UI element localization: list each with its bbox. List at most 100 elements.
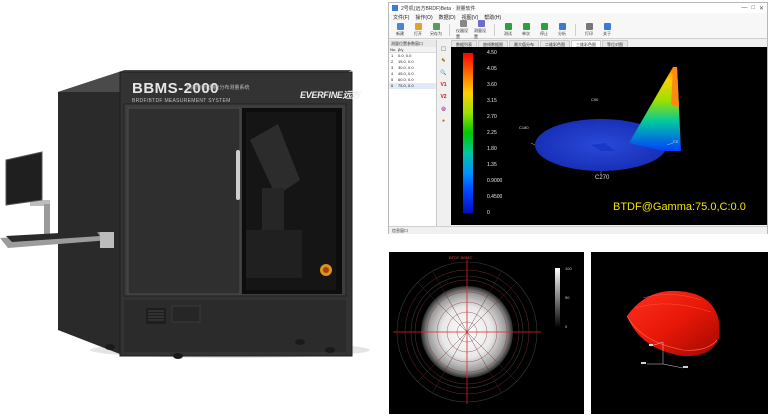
colorbar-tick-label: 0 (487, 210, 490, 216)
toolbar-icon-4 (477, 19, 485, 27)
toolbar-label: 分析 (558, 30, 566, 36)
tab-0[interactable]: 数据列表 (451, 40, 477, 47)
everfine-logo: EVERFINE远方 (300, 90, 361, 100)
side-tool-3-icon[interactable]: V1 (439, 81, 448, 90)
toolbar-button-8[interactable]: 分析 (555, 22, 569, 37)
table-row[interactable]: 6 75.0, 0.0 (389, 83, 436, 89)
app-icon (392, 5, 398, 11)
toolbar-button-2[interactable]: 另存为 (429, 22, 443, 37)
toolbar-icon-1 (414, 22, 422, 30)
toolbar-button-3[interactable]: 仪器设置 (456, 19, 470, 40)
colorbar-tick-label: 1.35 (487, 162, 497, 168)
toolbar-button-6[interactable]: 单次 (519, 22, 533, 37)
grey-distribution-image: BTDF BBMS 100 50 0 (389, 252, 584, 414)
toolbar-label: 单次 (522, 30, 530, 36)
tab-2[interactable]: 最大值分布 (509, 40, 539, 47)
side-tool-6-icon[interactable]: ● (439, 117, 448, 126)
menu-bar: 文件(F) 操作(O) 数据(D) 视图(V) 帮助(H) (389, 13, 767, 21)
grey-tick-bottom: 0 (565, 324, 568, 329)
grey-scale-bar (555, 268, 560, 328)
col-angle: β/γ (398, 47, 404, 52)
red-3d-distribution-image (591, 252, 768, 414)
menu-operate[interactable]: 操作(O) (415, 14, 432, 21)
toolbar-label: 测量设置 (474, 27, 486, 39)
menu-data[interactable]: 数据(D) (439, 14, 456, 21)
pane-title: 测量位置参数窗口 (389, 40, 436, 47)
info-window-bar: 信息窗口 (389, 226, 767, 234)
toolbar-icon-0 (396, 22, 404, 30)
axis-label-c270: C270 (595, 175, 610, 181)
tab-5[interactable]: 等位对图 (602, 40, 628, 47)
toolbar-label: 测试 (504, 30, 512, 36)
axis-label-c0: C0 (673, 139, 679, 144)
toolbar: 新建 打开 另存为 仪器设置 测量设置 测试 单次 停止 分析 打印 关于 (389, 19, 767, 40)
colorbar-tick-label: 0.9000 (487, 178, 503, 184)
3d-color-plot: 4.50 4.05 3.60 3.15 2.70 2.25 1.80 1.35 0.9000 0.… (451, 47, 767, 225)
grid-rows: 1 0.0, 0.0 2 15.0, 0.0 3 30.0, 0.0 4 45.0, 0.0 5… (389, 53, 436, 89)
tab-1[interactable]: 曲线数据图 (478, 40, 508, 47)
window-title: 2号机(远方BRDF)Beta · 测量软件 (401, 5, 476, 12)
colorbar-tick-label: 3.15 (487, 98, 497, 104)
col-no: No. (390, 47, 397, 52)
colorbar-tick-label: 4.05 (487, 66, 497, 72)
view-tabs: 数据列表 曲线数据图 最大值分布 二维彩色图 三维彩色图 等位对图 (451, 40, 628, 47)
tab-3[interactable]: 二维彩色图 (540, 40, 570, 47)
toolbar-button-4[interactable]: 测量设置 (474, 19, 488, 40)
window-controls: — □ ✕ (741, 5, 764, 12)
toolbar-button-0[interactable]: 新建 (393, 22, 407, 37)
side-tool-2-icon[interactable]: 🔍 (439, 69, 448, 78)
toolbar-separator (575, 23, 576, 36)
title-bar: 2号机(远方BRDF)Beta · 测量软件 — □ ✕ (389, 3, 767, 13)
machine-illustration (0, 70, 370, 359)
toolbar-icon-9 (585, 22, 593, 30)
toolbar-label: 打印 (585, 30, 593, 36)
colorbar-tick-label: 0.4500 (487, 194, 503, 200)
side-tool-4-icon[interactable]: V2 (439, 93, 448, 102)
red-3d-canvas (626, 290, 720, 369)
toolbar-label: 打开 (414, 30, 422, 36)
red-dome (627, 290, 720, 357)
toolbar-label: 停止 (540, 30, 548, 36)
side-toolbar: ⬚ ✎ 🔍 V1 V2 ◎ ● (439, 45, 449, 126)
grey-distribution-canvas (393, 260, 560, 404)
axis-label-c90: C90 (591, 97, 599, 102)
colorbar-tick-label: 1.80 (487, 146, 497, 152)
colorbar (463, 53, 473, 213)
toolbar-icon-2 (432, 22, 440, 30)
side-tool-5-icon[interactable]: ◎ (439, 105, 448, 114)
grey-image-title: BTDF BBMS (449, 255, 472, 260)
position-parameter-pane: 测量位置参数窗口 No. β/γ 1 0.0, 0.0 2 15.0, 0.0 3 30.… (389, 40, 437, 226)
colorbar-tick-label: 2.25 (487, 130, 497, 136)
colorbar-tick-label: 3.60 (487, 82, 497, 88)
toolbar-label: 仪器设置 (456, 27, 468, 39)
machine-subtitle-cn: 双向散射(透射)分布测量系统 (186, 85, 250, 91)
measurement-software-window: 2号机(远方BRDF)Beta · 测量软件 — □ ✕ 文件(F) 操作(O)… (388, 2, 768, 234)
toolbar-button-9[interactable]: 打印 (582, 22, 596, 37)
grey-tick-mid: 50 (565, 295, 570, 300)
colorbar-tick-label: 2.70 (487, 114, 497, 120)
toolbar-button-10[interactable]: 关于 (600, 22, 614, 37)
toolbar-separator (449, 23, 450, 36)
side-tool-0-icon[interactable]: ⬚ (439, 45, 448, 54)
side-tool-1-icon[interactable]: ✎ (439, 57, 448, 66)
row-angle: 75.0, 0.0 (398, 83, 414, 88)
toolbar-icon-8 (558, 22, 566, 30)
toolbar-button-1[interactable]: 打开 (411, 22, 425, 37)
plot-caption: BTDF@Gamma:75.0,C:0.0 (613, 201, 746, 213)
toolbar-icon-7 (540, 22, 548, 30)
colorbar-tick-label: 4.50 (487, 50, 497, 56)
toolbar-label: 新建 (396, 30, 404, 36)
menu-file[interactable]: 文件(F) (393, 14, 409, 21)
toolbar-button-7[interactable]: 停止 (537, 22, 551, 37)
toolbar-separator (494, 23, 495, 36)
bbms-2000-machine-photo: BBMS-2000 双向散射(透射)分布测量系统 BRDF/BTDF MEASU… (0, 0, 380, 418)
toolbar-icon-6 (522, 22, 530, 30)
axis-label-c180: C180 (519, 125, 529, 130)
tab-4[interactable]: 三维彩色图 (571, 40, 601, 47)
close-icon[interactable]: ✕ (759, 5, 764, 12)
maximize-icon[interactable]: □ (751, 5, 755, 12)
toolbar-button-5[interactable]: 测试 (501, 22, 515, 37)
toolbar-icon-10 (603, 22, 611, 30)
machine-subtitle-en: BRDF/BTDF MEASUREMENT SYSTEM (132, 98, 231, 104)
minimize-icon[interactable]: — (741, 5, 747, 12)
